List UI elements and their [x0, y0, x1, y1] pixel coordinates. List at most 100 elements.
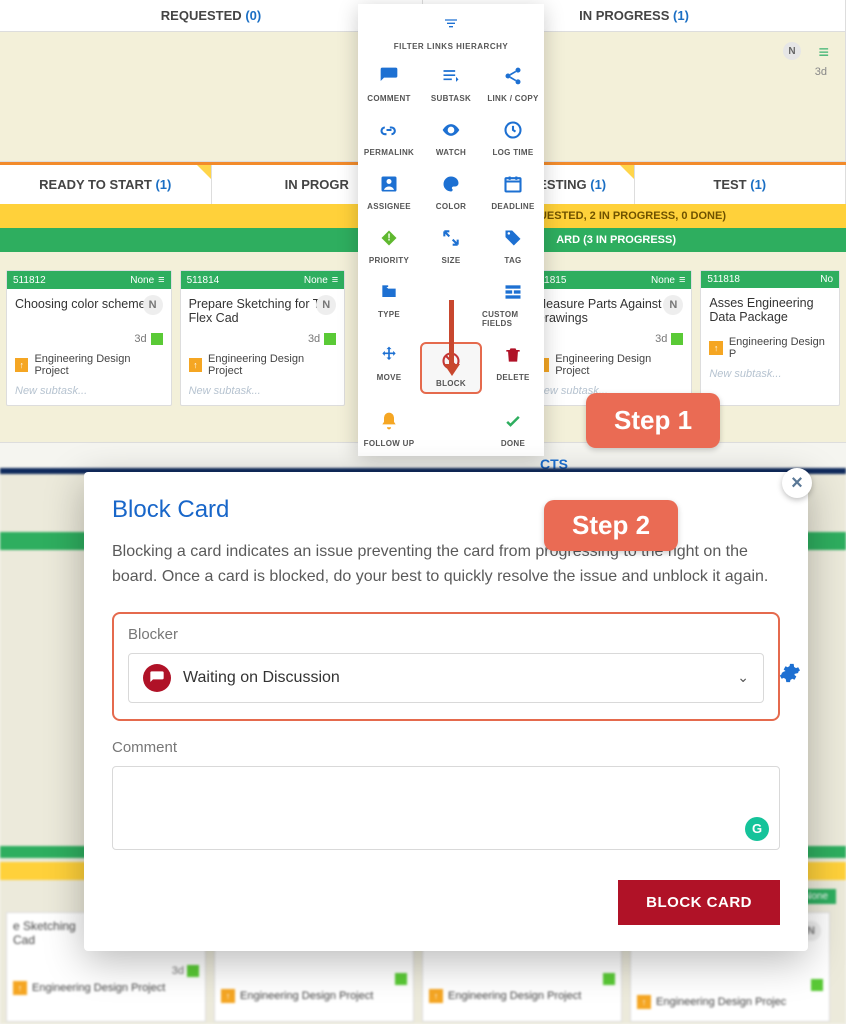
discussion-icon — [143, 664, 171, 692]
green-band-text: ARD (3 IN PROGRESS) — [556, 234, 676, 246]
new-subtask-input[interactable]: New subtask... — [701, 364, 839, 388]
filter-label: FILTER LINKS HIERARCHY — [394, 42, 508, 51]
card-header: 511818 No — [701, 271, 839, 288]
flag-icon — [620, 165, 634, 179]
kanban-card[interactable]: 511815 None ≡ Measure Parts Against Draw… — [527, 270, 693, 406]
menu-link-copy[interactable]: LINK / COPY — [482, 63, 544, 103]
comment-icon — [376, 63, 402, 89]
bg-project: Engineering Design Project — [448, 990, 581, 1002]
card-title: Measure Parts Against Drawings N — [528, 289, 692, 333]
card-project[interactable]: ↑ Engineering Design Project — [181, 349, 345, 381]
menu-label: COLOR — [436, 202, 466, 211]
menu-color[interactable]: COLOR — [420, 171, 482, 211]
card-menu-icon[interactable]: ≡ — [818, 42, 829, 63]
share-icon — [500, 63, 526, 89]
status-requested-label: REQUESTED — [161, 8, 242, 23]
card-project[interactable]: ↑ Engineering Design P — [701, 332, 839, 364]
card-meta: 3d — [7, 333, 171, 349]
new-subtask-input[interactable]: New subtask... — [181, 381, 345, 405]
kanban-card[interactable]: 511814 None ≡ Prepare Sketching for T-Fl… — [180, 270, 346, 406]
menu-done[interactable]: DONE — [482, 408, 544, 448]
check-icon — [500, 408, 526, 434]
menu-label: FOLLOW UP — [364, 439, 415, 448]
status-square-icon — [151, 333, 163, 345]
menu-label: PRIORITY — [369, 256, 409, 265]
kanban-card[interactable]: 511818 No Asses Engineering Data Package… — [700, 270, 840, 406]
new-subtask-input[interactable]: New subtask... — [7, 381, 171, 405]
bg-project: Engineering Design Project — [240, 990, 373, 1002]
menu-label: MOVE — [377, 373, 402, 382]
blocker-value: Waiting on Discussion — [183, 669, 340, 687]
menu-watch[interactable]: WATCH — [420, 117, 482, 157]
project-icon: ↑ — [637, 995, 651, 1009]
menu-label: LINK / COPY — [487, 94, 538, 103]
eye-icon — [438, 117, 464, 143]
card-menu-icon[interactable]: ≡ — [679, 274, 685, 286]
assignee-avatar[interactable]: N — [143, 295, 163, 315]
card-menu-icon[interactable]: ≡ — [332, 274, 338, 286]
context-menu: FILTER LINKS HIERARCHY COMMENT SUBTASK L… — [358, 4, 544, 456]
col-test[interactable]: TEST (1) — [635, 165, 846, 204]
grammarly-icon[interactable]: G — [745, 817, 769, 841]
modal-description: Blocking a card indicates an issue preve… — [112, 540, 780, 590]
comment-textarea[interactable]: G — [112, 766, 780, 850]
status-square-icon — [671, 333, 683, 345]
card-header: 511814 None ≡ — [181, 271, 345, 289]
project-icon: ↑ — [709, 341, 722, 355]
status-square-icon — [187, 965, 199, 977]
menu-gap — [420, 408, 482, 448]
block-card-button[interactable]: BLOCK CARD — [618, 880, 780, 925]
palette-icon — [438, 171, 464, 197]
menu-label: ASSIGNEE — [367, 202, 411, 211]
col-testing-count: (1) — [590, 177, 606, 192]
menu-log-time[interactable]: LOG TIME — [482, 117, 544, 157]
card-menu-icon[interactable]: ≡ — [158, 274, 164, 286]
menu-type[interactable]: TYPE — [358, 279, 420, 328]
flag-icon — [197, 165, 211, 179]
menu-label: DELETE — [496, 373, 529, 382]
menu-size[interactable]: SIZE — [420, 225, 482, 265]
modal-title: Block Card — [112, 496, 780, 524]
menu-follow-up[interactable]: FOLLOW UP — [358, 408, 420, 448]
folder-icon — [376, 279, 402, 305]
menu-permalink[interactable]: PERMALINK — [358, 117, 420, 157]
project-icon: ↑ — [221, 989, 235, 1003]
card-project[interactable]: ↑ Engineering Design Project — [528, 349, 692, 381]
menu-deadline[interactable]: DEADLINE — [482, 171, 544, 211]
assignee-avatar[interactable]: N — [663, 295, 683, 315]
assignee-avatar[interactable]: N — [316, 295, 336, 315]
kanban-card[interactable]: 511812 None ≡ Choosing color scheme N 3d… — [6, 270, 172, 406]
trash-icon — [500, 342, 526, 368]
menu-label: TAG — [504, 256, 521, 265]
menu-move[interactable]: MOVE — [358, 342, 420, 394]
assignee-pill[interactable]: N — [783, 42, 801, 60]
menu-assignee[interactable]: ASSIGNEE — [358, 171, 420, 211]
menu-subtask[interactable]: SUBTASK — [420, 63, 482, 103]
card-size: No — [820, 274, 833, 285]
card-duration: 3d — [308, 333, 320, 345]
duration-tag: 3d — [815, 66, 827, 78]
col-ready-to-start[interactable]: READY TO START (1) — [0, 165, 212, 204]
close-button[interactable]: × — [782, 468, 812, 498]
menu-label: BLOCK — [436, 379, 466, 388]
menu-tag[interactable]: TAG — [482, 225, 544, 265]
blocker-select[interactable]: Waiting on Discussion ⌄ — [128, 653, 764, 703]
menu-label: DONE — [501, 439, 525, 448]
menu-custom-fields[interactable]: CUSTOM FIELDS — [482, 279, 544, 328]
menu-priority[interactable]: ! PRIORITY — [358, 225, 420, 265]
menu-comment[interactable]: COMMENT — [358, 63, 420, 103]
blocker-label: Blocker — [128, 626, 764, 643]
menu-label: LOG TIME — [492, 148, 533, 157]
block-card-modal: × Block Card Blocking a card indicates a… — [84, 472, 808, 951]
card-id: 511818 — [707, 274, 740, 285]
card-header: 511815 None ≡ — [528, 271, 692, 289]
move-icon — [376, 342, 402, 368]
step-2-badge: Step 2 — [544, 500, 678, 551]
status-in-progress-count: (1) — [673, 8, 689, 23]
filter-hierarchy[interactable]: FILTER LINKS HIERARCHY — [358, 8, 544, 63]
card-title: Prepare Sketching for T-Flex Cad N — [181, 289, 345, 333]
step-1-badge: Step 1 — [586, 393, 720, 448]
gear-icon[interactable] — [779, 662, 801, 690]
menu-delete[interactable]: DELETE — [482, 342, 544, 394]
card-project[interactable]: ↑ Engineering Design Project — [7, 349, 171, 381]
